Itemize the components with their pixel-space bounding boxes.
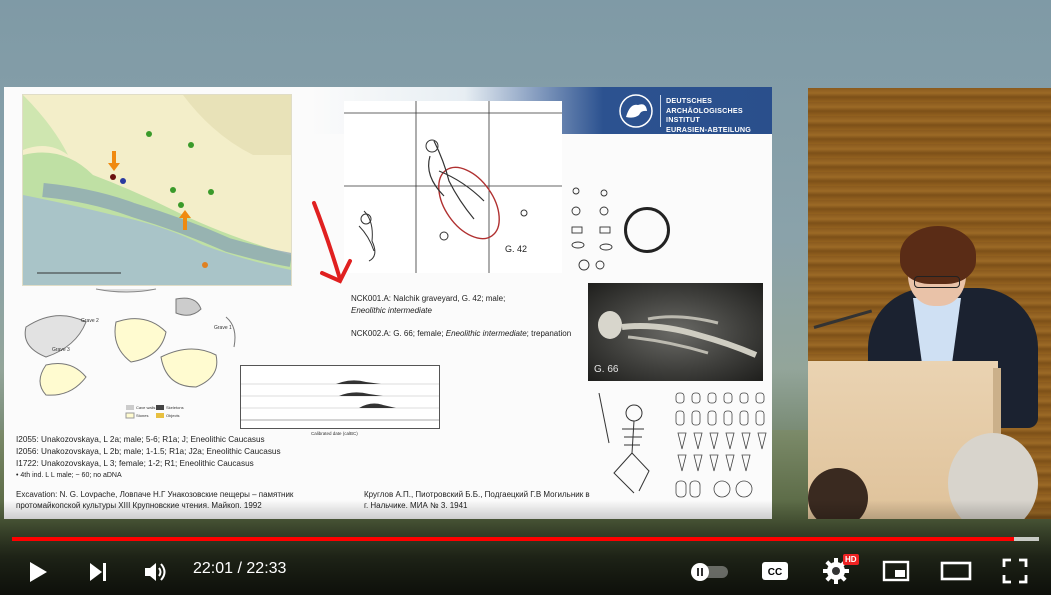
- photo-label: G. 66: [594, 364, 619, 375]
- svg-text:Grave 3: Grave 3: [52, 347, 70, 353]
- institute-line-2: ARCHÄOLOGISCHES INSTITUT: [666, 105, 743, 125]
- grave-label: G. 42: [505, 244, 528, 254]
- volume-button[interactable]: [140, 556, 172, 588]
- note-i2055: I2055: Unakozovskaya, L 2a; male; 5-6; R…: [16, 435, 265, 444]
- individuals-notes: I2055: Unakozovskaya, L 2a; male; 5-6; R…: [16, 434, 281, 482]
- note-i1722: I1722: Unakozovskaya, L 3; female; 1-2; …: [16, 459, 254, 468]
- miniplayer-button[interactable]: [879, 556, 913, 586]
- play-button[interactable]: [22, 556, 54, 588]
- miniplayer-icon: [882, 560, 910, 582]
- speaker-video: [808, 88, 1051, 519]
- closed-captions-icon: CC: [762, 562, 788, 580]
- svg-text:CC: CC: [768, 567, 782, 578]
- hd-badge: HD: [843, 554, 859, 565]
- skip-next-icon: [90, 563, 106, 581]
- caption-nck001-period: Eneolithic intermediate: [351, 306, 432, 315]
- current-time: 22:01: [193, 560, 234, 577]
- caucasus-map: [22, 94, 292, 286]
- note-4th-individual: • 4th ind. L L male; ~ 60; no aDNA: [16, 472, 122, 479]
- ring-artifact-drawing: [624, 207, 670, 253]
- skeleton-photo: G. 66: [588, 283, 763, 381]
- volume-icon: [145, 563, 166, 581]
- time-display: 22:01 / 22:33: [193, 560, 286, 578]
- institute-line-1: DEUTSCHES: [666, 96, 713, 105]
- time-separator: /: [233, 560, 247, 577]
- autoplay-toggle-icon: [691, 563, 728, 581]
- cave-plan-drawing: Grave 2 Grave 3 Grave 1 Cave walls Skele…: [24, 288, 236, 419]
- caption-nck002-suffix: ; trepanation: [526, 329, 572, 338]
- fullscreen-button[interactable]: [999, 556, 1031, 586]
- progress-played: [12, 537, 1015, 541]
- radiocarbon-plot: Calibrated date (calBC): [240, 365, 440, 436]
- svg-text:Grave 1: Grave 1: [214, 325, 232, 331]
- institute-name: DEUTSCHES ARCHÄOLOGISCHES INSTITUT EURAS…: [660, 95, 770, 134]
- progress-bar[interactable]: [12, 537, 1039, 541]
- fullscreen-icon: [1002, 558, 1028, 584]
- theater-mode-icon: [940, 561, 972, 581]
- red-arrow-icon: [312, 201, 352, 284]
- svg-text:Stones: Stones: [136, 413, 148, 418]
- institute-line-3: EURASIEN-ABTEILUNG: [666, 124, 752, 134]
- presentation-slide: DEUTSCHES ARCHÄOLOGISCHES INSTITUT EURAS…: [4, 87, 772, 519]
- skeleton-sketch-drawing: [598, 393, 650, 494]
- caption-nck002-period: Eneolithic intermediate: [445, 329, 527, 338]
- radiocarbon-axis-label: Calibrated date (calBC): [311, 431, 358, 436]
- grave-plan-drawing: G. 42: [344, 101, 562, 273]
- play-icon: [30, 562, 47, 582]
- beads-drawing: [675, 392, 767, 498]
- next-button[interactable]: [82, 556, 114, 588]
- subtitles-button[interactable]: CC: [759, 557, 791, 585]
- dai-logo-icon: [619, 94, 653, 128]
- caption-nck002: NCK002.A: G. 66; female; Eneolithic inte…: [351, 329, 571, 338]
- svg-text:Cave walls: Cave walls: [136, 405, 155, 410]
- caption-nck001: NCK001.A: Nalchik graveyard, G. 42; male…: [351, 294, 506, 303]
- svg-text:Grave 2: Grave 2: [81, 318, 99, 324]
- microphone: [813, 309, 873, 329]
- note-i2056: I2056: Unakozovskaya, L 2b; male; 1-1.5;…: [16, 447, 281, 456]
- svg-text:Skeletons: Skeletons: [166, 405, 184, 410]
- svg-text:Objects: Objects: [166, 413, 180, 418]
- duration: 22:33: [246, 560, 287, 577]
- caption-nck002-prefix: NCK002.A: G. 66; female;: [351, 329, 444, 338]
- speaker-glasses: [914, 276, 960, 288]
- theater-mode-button[interactable]: [938, 556, 974, 586]
- autoplay-toggle[interactable]: [688, 560, 732, 584]
